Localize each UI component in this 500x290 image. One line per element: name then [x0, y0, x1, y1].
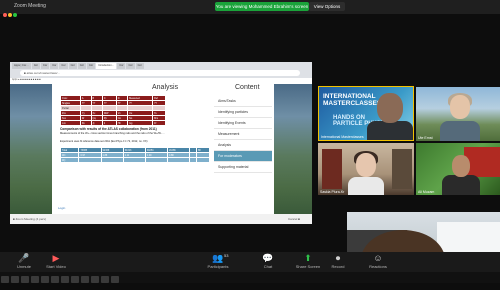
browser-chrome: Apps | Cor… Cor Cor Cor Cor Cor Cor Cor Introduc…: [10, 62, 312, 78]
toolbar-label: Start Video: [46, 264, 66, 269]
comparison-table: Total 73965 92368 64313 39254 21086 88 Wx 0.97 1.…: [59, 147, 211, 163]
results-table: Cxxx A B C D Measured Ref Singles???????????? Pa…: [60, 95, 166, 126]
browser-status-bar: ■ Zoom Meeting (4 pers) Cancel ■: [10, 214, 312, 224]
status-right[interactable]: Cancel ■: [288, 217, 300, 221]
participant-body: [348, 177, 384, 195]
shared-screen: Apps | Cor… Cor Cor Cor Cor Cor Cor Cor Introduc…: [10, 62, 312, 224]
browser-tab[interactable]: Cor: [117, 63, 126, 69]
comparison-heading: Comparison with results of the ATLAS col…: [60, 127, 157, 131]
content-nav-item[interactable]: Analysis: [214, 140, 272, 151]
slide-footer-link[interactable]: Login: [58, 206, 65, 210]
table-cell: [144, 157, 168, 163]
background-landscape-right: [274, 84, 312, 214]
video-tile-ute[interactable]: Ute Ernst: [416, 87, 500, 141]
table-row: Wy: [59, 157, 211, 163]
browser-tab[interactable]: Cor: [77, 63, 86, 69]
record-button[interactable]: ⏺ Record: [318, 252, 358, 269]
status-left: ■ Zoom Meeting (4 pers): [13, 217, 46, 221]
table-cell: Lxx: [60, 120, 81, 126]
browser-tab[interactable]: Cor: [50, 63, 59, 69]
background-landscape-left: [10, 84, 52, 214]
browser-tab[interactable]: Cor: [31, 63, 40, 69]
browser-tab[interactable]: Cor: [135, 63, 144, 69]
participants-icon: 👥: [212, 253, 224, 263]
browser-tab[interactable]: Cor: [68, 63, 77, 69]
table-cell: Jj: [90, 120, 103, 126]
view-options-button[interactable]: View Options: [309, 2, 345, 11]
table-cell: [195, 157, 211, 163]
table-cell: Ii: [101, 120, 117, 126]
table-cell: [78, 157, 102, 163]
background-shelf: [392, 149, 412, 189]
chat-button[interactable]: 💬 Chat: [248, 252, 288, 269]
participant-head: [450, 95, 470, 119]
content-title: Content: [235, 84, 260, 91]
window-title: Zoom Meeting: [14, 3, 46, 9]
slide-title: Analysis: [152, 84, 179, 91]
browser-tab[interactable]: Introduction…: [96, 63, 117, 69]
content-nav-item[interactable]: For moderators: [214, 151, 272, 162]
os-taskbar: [0, 272, 500, 283]
table-cell: Kk: [79, 120, 92, 126]
toolbar-label: Chat: [263, 264, 273, 269]
browser-tab[interactable]: Cor: [86, 63, 96, 69]
table-cell: Wy: [59, 157, 80, 163]
reactions-button[interactable]: ☺ Reactions: [358, 252, 398, 269]
participant-body: [440, 121, 480, 141]
content-nav-item[interactable]: Supporting material: [214, 162, 272, 173]
participant-count: 53: [224, 253, 229, 258]
browser-tab[interactable]: Cor: [59, 63, 68, 69]
toolbar-label: Record: [331, 264, 345, 269]
participant-head: [377, 93, 403, 123]
reactions-icon: ☺: [373, 253, 383, 263]
chat-icon: 💬: [262, 253, 274, 263]
record-icon: ⏺: [335, 253, 341, 263]
participant-name: Ali Muzam: [418, 190, 435, 194]
browser-tab[interactable]: Cor: [126, 63, 135, 69]
participant-body: [442, 175, 480, 195]
participant-head: [452, 155, 470, 177]
participant-name: Ute Ernst: [418, 136, 433, 140]
content-nav-item[interactable]: Aims/Tasks: [214, 96, 272, 107]
video-tile-ali[interactable]: Ali Muzam: [416, 143, 500, 195]
comparison-note: Experiment uses fit reference data set 2…: [60, 140, 148, 143]
background-door: [322, 149, 342, 189]
table-cell: [189, 157, 197, 163]
content-nav: Aims/Tasks Identifying particles Identifyi…: [214, 96, 272, 173]
address-bar[interactable]: ■ atlas.cern/masterclass/...: [20, 70, 300, 76]
table-cell: [100, 157, 124, 163]
start-video-button[interactable]: ▶ Start Video: [36, 252, 76, 269]
content-nav-item[interactable]: Identifying particles: [214, 107, 272, 118]
participant-name: Saskia Plura-Kr: [320, 190, 345, 194]
video-tile-saskia[interactable]: Saskia Plura-Kr: [318, 143, 414, 195]
participants-button[interactable]: 👥 Participants 53: [198, 252, 238, 269]
browser-tab[interactable]: Apps | Cor…: [12, 63, 31, 69]
participant-body: [367, 121, 413, 140]
tile-banner-text: INTERNATIONAL MASTERCLASSES: [323, 93, 382, 107]
table-cell: Ff: [152, 120, 166, 126]
bookmarks-bar[interactable]: Apps ● ■ ■ ■ ■ ■ ■ ■ ■ ■ ■: [12, 78, 310, 83]
content-nav-item[interactable]: Measurement: [214, 129, 272, 140]
screen-share-banner: You are viewing Mohammed Ebrahim's scree…: [215, 2, 309, 11]
table-row: Lxx Kk Jj Ii Hh Gg Ff: [60, 120, 166, 126]
participant-name: International Masterclasses: [321, 135, 364, 139]
content-nav-item[interactable]: Identifying Events: [214, 118, 272, 129]
browser-tab[interactable]: Cor: [41, 63, 50, 69]
participant-head: [356, 153, 376, 177]
table-cell: [166, 157, 191, 163]
video-icon: ▶: [52, 253, 60, 263]
slide-content: Analysis Content Cxxx A B C D Measured Ref Sing…: [52, 84, 274, 214]
window-title-bar: Zoom Meeting You are viewing Mohammed Eb…: [0, 0, 500, 17]
table-cell: Hh: [115, 120, 129, 126]
table-cell: [122, 157, 146, 163]
toolbar-label: Participants: [207, 264, 229, 269]
browser-tabs[interactable]: Apps | Cor… Cor Cor Cor Cor Cor Cor Cor Introduc…: [12, 63, 144, 69]
comparison-text: Measurements of the W+- cross section ti…: [60, 132, 165, 135]
table-cell: Gg: [127, 120, 154, 126]
video-tile-masterclasses[interactable]: INTERNATIONAL MASTERCLASSES HANDS ON PARTI…: [318, 86, 414, 141]
toolbar-label: Reactions: [369, 264, 387, 269]
